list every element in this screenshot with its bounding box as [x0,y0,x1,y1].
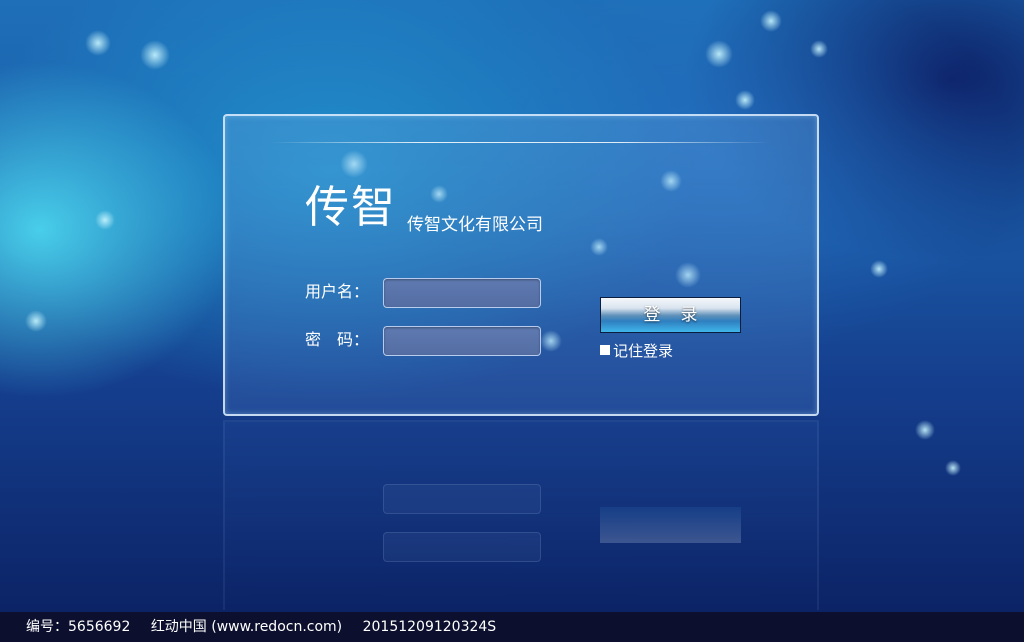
password-input[interactable] [383,326,541,356]
watermark-site: 红动中国 (www.redocn.com) [150,619,343,635]
brand-title: 传智 [305,182,397,233]
watermark-bar: 编号：5656692 红动中国 (www.redocn.com) 2015120… [0,612,1024,642]
reflection-button [600,507,741,543]
bokeh-light [705,40,733,68]
bokeh-light [760,10,782,32]
username-label: 用户名： [305,282,370,301]
remember-login-checkbox[interactable]: 记住登录 [600,340,673,360]
bokeh-light [25,310,47,332]
bokeh-light [95,210,115,230]
company-name: 传智文化有限公司 [407,215,543,235]
bokeh-light [810,40,828,58]
watermark-id: 编号：5656692 [26,619,131,635]
bokeh-light [945,460,961,476]
remember-label: 记住登录 [613,341,674,360]
panel-divider [270,142,770,143]
bokeh-light [140,40,170,70]
bokeh-light [735,90,755,110]
panel-reflection [223,420,819,610]
login-panel: 传智 传智文化有限公司 用户名： 密 码： 登录 记住登录 [223,114,819,416]
bokeh-light [85,30,111,56]
watermark-timestamp: 20151209120324S [362,619,497,635]
bokeh-light [870,260,888,278]
username-input[interactable] [383,278,541,308]
login-button[interactable]: 登录 [600,297,741,333]
reflection-input [383,532,541,562]
password-label: 密 码： [305,330,370,349]
checkbox-icon[interactable] [600,345,610,355]
bokeh-light [915,420,935,440]
reflection-input [383,484,541,514]
